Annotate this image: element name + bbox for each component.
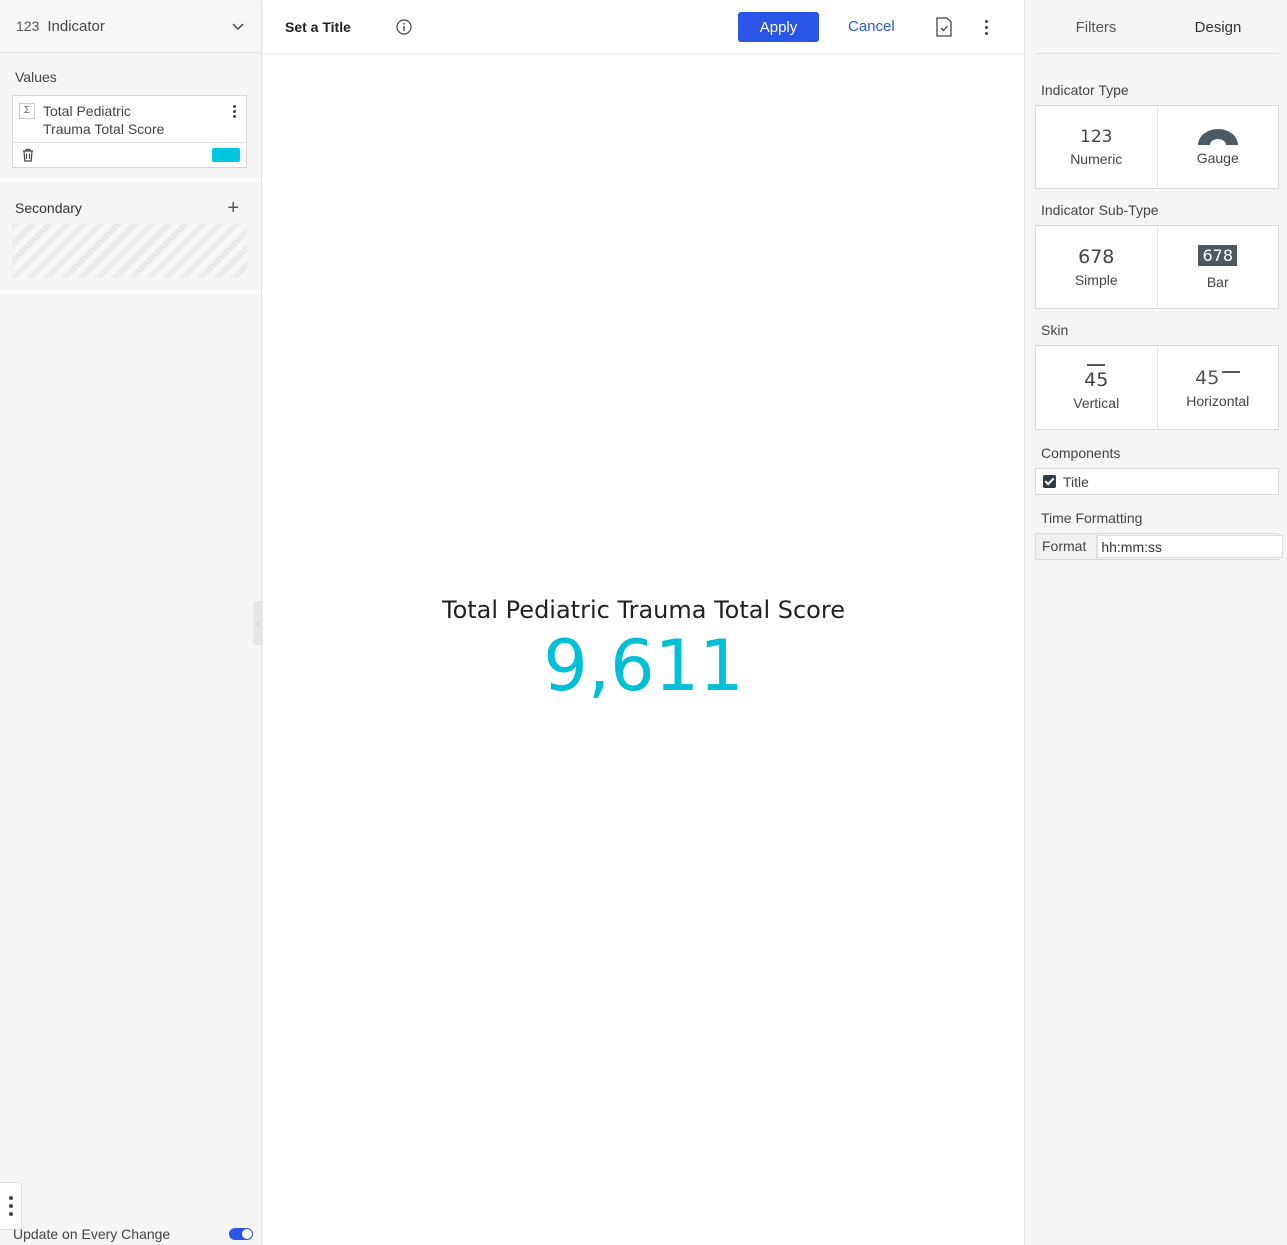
horizontal-bar-icon [1222,370,1241,373]
value-item[interactable]: Σ Total Pediatric Trauma Total Score [12,95,247,168]
secondary-header: Secondary + [0,182,261,224]
color-swatch[interactable] [212,148,240,162]
right-panel: Filters Design Indicator Type 123 Numeri… [1024,0,1287,1245]
gauge-icon [1197,129,1238,145]
indicator-subtype-options: 678 Simple 678 Bar [1035,225,1279,309]
skin-options: 45 Vertical 45 Horizontal [1035,345,1279,430]
value-item-header: Σ Total Pediatric Trauma Total Score [13,96,246,142]
cancel-button[interactable]: Cancel [848,12,895,42]
toolbar: Set a Title Apply Cancel [263,0,1024,54]
format-label: Format [1036,534,1098,559]
update-on-change-toggle[interactable] [229,1228,253,1240]
time-formatting-title: Time Formatting [1041,510,1143,526]
horizontal-icon: 45 [1195,366,1220,389]
title-component-checkbox-row[interactable]: Title [1035,468,1279,495]
type-numeric-label: Numeric [1070,151,1123,167]
trash-icon[interactable] [21,148,35,162]
horizontal-icon-wrap: 45 [1195,366,1241,389]
panel-tabs: Filters Design [1035,0,1279,54]
title-checkbox-label: Title [1063,473,1089,490]
secondary-section: Secondary + [0,182,261,294]
value-item-menu-icon[interactable] [228,102,240,120]
type-numeric-option[interactable]: 123 Numeric [1036,106,1157,188]
type-gauge-label: Gauge [1196,150,1239,166]
indicator-value: 9,611 [543,625,744,707]
time-format-row: Format [1035,533,1284,560]
bar-icon: 678 [1198,244,1238,266]
skin-horizontal-label: Horizontal [1186,392,1250,409]
sum-icon: Σ [19,103,35,119]
tab-filters[interactable]: Filters [1035,0,1157,53]
chevron-down-icon [232,23,244,31]
left-panel: 123 Indicator Values Σ Total Pediatric T… [0,0,263,1245]
value-item-name: Total Pediatric Trauma Total Score [43,103,165,137]
type-gauge-option[interactable]: Gauge [1156,106,1279,188]
skin-vertical-label: Vertical [1073,395,1120,411]
update-on-change-row: Update on Every Change [13,1226,253,1242]
collapse-left-panel-handle[interactable]: ‹ [253,601,263,645]
update-on-change-label: Update on Every Change [13,1226,171,1242]
skin-title: Skin [1041,322,1069,338]
widget-canvas: Set a Title Apply Cancel Total Pediatric… [263,0,1024,1245]
widget-type-icon: 123 [16,18,40,34]
indicator-title: Total Pediatric Trauma Total Score [442,596,845,624]
numeric-icon: 123 [1080,127,1113,147]
add-secondary-icon[interactable]: + [227,198,239,218]
widget-type-selector[interactable]: 123 Indicator [0,0,261,53]
simple-icon: 678 [1078,246,1115,268]
value-item-footer [13,142,246,167]
values-section: Values Σ Total Pediatric Trauma Total Sc… [0,53,261,182]
components-title: Components [1041,445,1121,461]
subtype-bar-label: Bar [1206,273,1229,290]
more-options-icon[interactable] [0,1182,22,1230]
vertical-icon: 45 [1084,369,1109,391]
indicator-subtype-title: Indicator Sub-Type [1041,202,1159,218]
values-title: Values [15,69,57,85]
skin-horizontal-option[interactable]: 45 Horizontal [1156,346,1279,429]
indicator-type-title: Indicator Type [1041,82,1129,98]
subtype-simple-option[interactable]: 678 Simple [1036,226,1157,308]
time-format-input[interactable] [1097,535,1284,558]
widget-title-input[interactable]: Set a Title [285,19,351,35]
vertical-bar-icon [1087,364,1106,366]
widget-type-label: Indicator [47,17,105,35]
more-menu-icon[interactable] [982,18,990,36]
subtype-bar-option[interactable]: 678 Bar [1156,226,1279,308]
info-icon[interactable] [396,19,412,35]
secondary-title: Secondary [15,200,82,216]
skin-vertical-option[interactable]: 45 Vertical [1036,346,1157,429]
title-checkbox[interactable] [1043,475,1056,488]
subtype-simple-label: Simple [1074,272,1118,288]
tab-design[interactable]: Design [1157,0,1279,53]
save-document-icon[interactable] [935,17,953,37]
indicator-type-options: 123 Numeric Gauge [1035,105,1279,189]
apply-button[interactable]: Apply [738,12,819,42]
secondary-drop-zone[interactable] [12,224,247,278]
